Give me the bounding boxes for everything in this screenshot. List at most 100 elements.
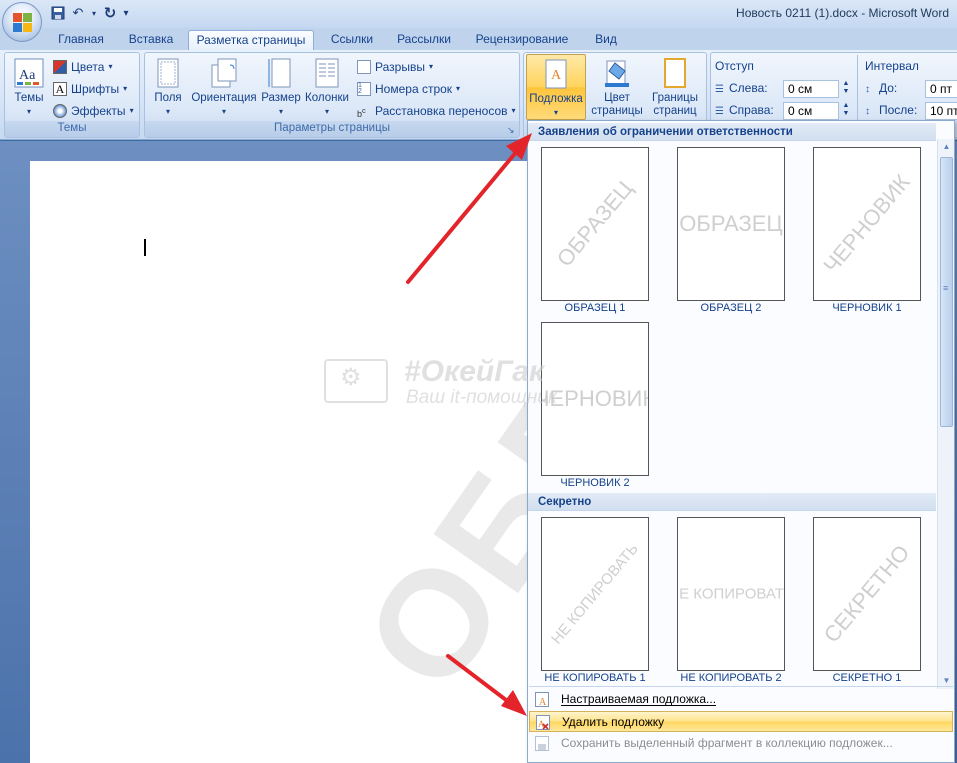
site-brand: #ОкейГак <box>404 355 545 388</box>
paragraph-divider <box>857 55 858 125</box>
spacing-before-field[interactable]: 0 пт <box>925 80 957 98</box>
tab-page-layout[interactable]: Разметка страницы <box>188 30 314 50</box>
watermark-tile-no-copy-1[interactable]: НЕ КОПИРОВАТЬ <box>541 517 649 671</box>
size-button[interactable]: Размер ▾ <box>261 57 301 118</box>
orientation-button[interactable]: Ориентация ▾ <box>189 57 259 118</box>
size-dropdown-icon: ▾ <box>278 107 283 116</box>
page-setup-launcher-icon[interactable]: ↘ <box>507 125 517 135</box>
tile-watermark-text: НЕ КОПИРОВАТЬ <box>678 585 785 603</box>
site-tagline: Ваш it-помощник <box>406 387 557 408</box>
indent-label: Отступ <box>715 59 754 73</box>
watermark-dropdown-icon: ▾ <box>553 108 558 117</box>
colors-icon <box>53 60 67 74</box>
section-header-confidential: Секретно <box>528 493 936 511</box>
columns-dropdown-icon: ▾ <box>324 107 329 116</box>
save-to-gallery-item[interactable]: Сохранить выделенный фрагмент в коллекци… <box>529 733 953 754</box>
page-color-label-1: Цвет <box>604 92 630 104</box>
tile-caption: НЕ КОПИРОВАТЬ 1 <box>544 672 646 684</box>
columns-button[interactable]: Колонки ▾ <box>303 57 351 118</box>
tab-view[interactable]: Вид <box>586 30 626 50</box>
spacing-after-field[interactable]: 10 пт <box>925 102 957 120</box>
save-to-gallery-icon <box>535 736 549 751</box>
effects-icon <box>53 104 67 118</box>
tile-caption: СЕКРЕТНО 1 <box>832 672 902 684</box>
office-button[interactable] <box>2 2 42 42</box>
tile-caption: ЧЕРНОВИК 2 <box>560 477 630 489</box>
line-numbers-button[interactable]: 12 Номера строк ▾ <box>357 79 460 99</box>
indent-left-field[interactable]: 0 см <box>783 80 839 98</box>
hyphenation-label: Расстановка переносов <box>375 104 508 118</box>
watermark-icon: A <box>540 58 572 90</box>
quick-access-toolbar: ↶ ▾ ↻ ▾ <box>50 4 130 22</box>
remove-watermark-item[interactable]: A Удалить подложку <box>529 711 953 732</box>
indent-right-field[interactable]: 0 см <box>783 102 839 120</box>
tab-references[interactable]: Ссылки <box>320 30 384 50</box>
themes-label: Темы <box>14 92 44 104</box>
themes-group: Aa Темы ▾ Цвета ▾ A Шрифты ▾ Эффекты ▾ Темы <box>4 52 140 138</box>
orientation-label: Ориентация <box>191 92 257 104</box>
gallery-scrollbar[interactable]: ▲ ≡ ▼ <box>937 139 954 689</box>
tab-mailings[interactable]: Рассылки <box>390 30 458 50</box>
breaks-dropdown-icon: ▾ <box>428 62 433 71</box>
undo-dropdown-icon[interactable]: ▾ <box>90 5 98 21</box>
tile-caption: НЕ КОПИРОВАТЬ 2 <box>680 672 782 684</box>
page-borders-button[interactable]: Границы страниц <box>646 57 704 118</box>
fonts-dropdown-icon: ▾ <box>123 84 128 93</box>
spacing-before-label: ↕ До: <box>865 81 898 95</box>
tile-caption: ОБРАЗЕЦ 2 <box>700 302 762 314</box>
watermark-tile-no-copy-2[interactable]: НЕ КОПИРОВАТЬ <box>677 517 785 671</box>
remove-watermark-label: Удалить подложку <box>562 715 665 729</box>
customize-qat-icon[interactable]: ▾ <box>122 5 130 21</box>
watermark-tile-draft-1[interactable]: ЧЕРНОВИК <box>813 147 921 301</box>
fonts-label: Шрифты <box>71 82 120 96</box>
fonts-button[interactable]: A Шрифты ▾ <box>53 79 127 99</box>
custom-watermark-item[interactable]: A Настраиваемая подложка... <box>529 689 953 710</box>
colors-button[interactable]: Цвета ▾ <box>53 57 112 77</box>
menu-separator <box>529 686 953 687</box>
watermark-gallery: Заявления об ограничении ответственности… <box>527 120 955 763</box>
indent-right-spinner[interactable]: ▲ ▼ <box>841 102 851 118</box>
themes-dropdown-icon: ▾ <box>26 107 31 116</box>
size-icon <box>265 57 297 89</box>
margins-label: Поля <box>154 92 182 104</box>
watermark-tile-sample-1[interactable]: ОБРАЗЕЦ <box>541 147 649 301</box>
page-color-icon <box>601 57 633 89</box>
page-borders-icon <box>659 57 691 89</box>
watermark-button[interactable]: A Подложка ▾ <box>526 54 586 120</box>
spacing-after-icon: ↕ <box>865 106 870 117</box>
tab-insert[interactable]: Вставка <box>120 30 182 50</box>
hyphenation-button[interactable]: bc Расстановка переносов ▾ <box>357 101 516 121</box>
breaks-button[interactable]: Разрывы ▾ <box>357 57 433 77</box>
undo-icon[interactable]: ↶ <box>70 5 86 21</box>
orientation-icon <box>208 57 240 89</box>
redo-icon[interactable]: ↻ <box>102 5 118 22</box>
page-borders-label-1: Границы <box>652 92 698 104</box>
tab-home[interactable]: Главная <box>50 30 112 50</box>
scroll-up-icon[interactable]: ▲ <box>938 139 955 155</box>
watermark-label: Подложка <box>529 93 583 105</box>
window-title: Новость 0211 (1).docx - Microsoft Word <box>736 6 949 20</box>
breaks-icon <box>357 60 371 74</box>
colors-dropdown-icon: ▾ <box>108 62 113 71</box>
size-label: Размер <box>261 92 301 104</box>
watermark-tile-sample-2[interactable]: ОБРАЗЕЦ <box>677 147 785 301</box>
svg-text:A: A <box>539 697 547 707</box>
indent-right-label: ☰ Справа: <box>715 103 774 117</box>
scroll-grip-icon: ≡ <box>943 283 949 293</box>
tab-review[interactable]: Рецензирование <box>466 30 578 50</box>
columns-icon <box>311 57 343 89</box>
save-icon[interactable] <box>50 5 66 21</box>
save-to-gallery-label: Сохранить выделенный фрагмент в коллекци… <box>561 736 893 750</box>
effects-button[interactable]: Эффекты ▾ <box>53 101 134 121</box>
indent-left-icon: ☰ <box>715 84 724 95</box>
office-logo-icon <box>13 13 33 33</box>
fonts-icon: A <box>53 82 67 96</box>
indent-left-spinner[interactable]: ▲ ▼ <box>841 80 851 96</box>
margins-button[interactable]: Поля ▾ <box>151 57 185 118</box>
tile-watermark-text: ЧЕРНОВИК <box>818 169 915 278</box>
scroll-thumb[interactable]: ≡ <box>940 157 953 427</box>
margins-icon <box>152 57 184 89</box>
svg-text:A: A <box>551 68 562 83</box>
themes-button[interactable]: Aa Темы ▾ <box>9 57 49 118</box>
watermark-tile-secret-1[interactable]: СЕКРЕТНО <box>813 517 921 671</box>
